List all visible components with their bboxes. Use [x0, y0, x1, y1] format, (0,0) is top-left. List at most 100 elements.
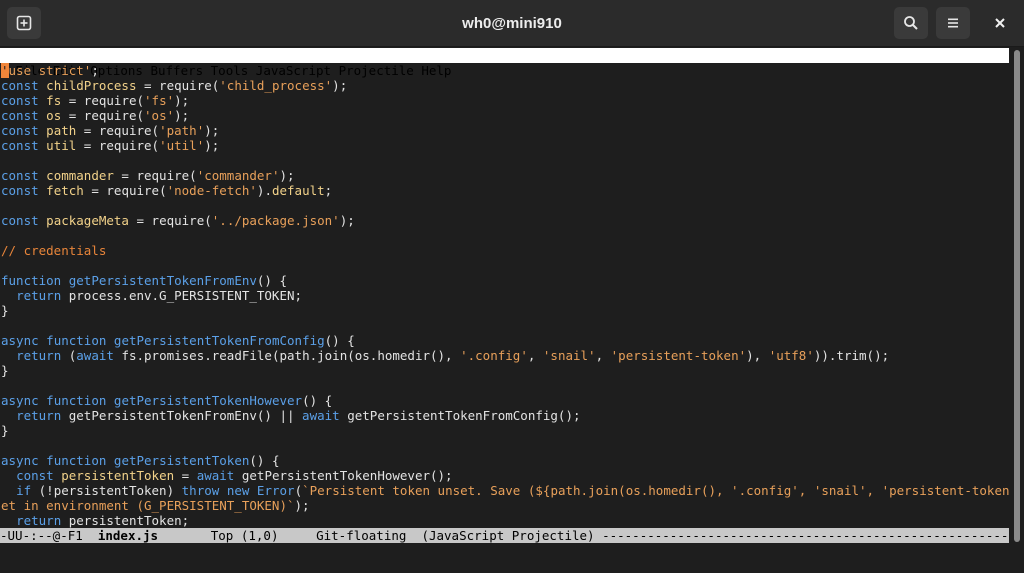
code-token: ); — [279, 168, 295, 183]
code-token: return — [16, 513, 62, 528]
code-token: // credentials — [1, 243, 107, 258]
close-button[interactable] — [983, 7, 1017, 39]
code-token: ); — [174, 108, 190, 123]
code-token: new — [226, 483, 250, 498]
code-token: () { — [249, 453, 280, 468]
code-token: persistentToken — [61, 468, 175, 483]
code-token: ), — [746, 348, 769, 363]
code-line: const util = require('util'); — [1, 138, 1009, 153]
code-token: 'snail' — [542, 348, 596, 363]
code-line: et in environment (G_PERSISTENT_TOKEN)`)… — [1, 498, 1009, 513]
code-token: 'utf8' — [768, 348, 814, 363]
new-tab-button[interactable] — [7, 7, 41, 39]
code-token: 'fs' — [144, 93, 175, 108]
code-token: getPersistentToken — [113, 453, 250, 468]
code-token: persistentToken; — [61, 513, 190, 528]
code-token: const — [1, 168, 39, 183]
code-token: 'util' — [159, 138, 205, 153]
code-token: async — [1, 453, 39, 468]
code-token: throw — [181, 483, 220, 498]
code-token: = require( — [61, 108, 145, 123]
search-button[interactable] — [894, 7, 928, 39]
code-token: function — [46, 453, 107, 468]
code-token: const — [1, 138, 39, 153]
code-token: const — [1, 78, 39, 93]
code-token: ( — [61, 348, 77, 363]
code-line: return (await fs.promises.readFile(path.… — [1, 348, 1009, 363]
code-line: async function getPersistentTokenFromCon… — [1, 333, 1009, 348]
code-token: ); — [294, 498, 310, 513]
hamburger-menu-icon — [948, 18, 958, 28]
code-token: ); — [339, 213, 355, 228]
code-token: if — [16, 483, 32, 498]
code-token: function — [1, 273, 62, 288]
code-token: = require( — [76, 123, 160, 138]
code-token: ); — [332, 78, 348, 93]
code-token: ); — [174, 93, 190, 108]
code-token: () { — [302, 393, 333, 408]
code-token: async — [1, 393, 39, 408]
menu-button[interactable] — [936, 7, 970, 39]
code-token: const — [1, 108, 39, 123]
code-token: et in environment (G_PERSISTENT_TOKEN)` — [1, 498, 295, 513]
text-cursor: ' — [1, 63, 9, 78]
code-token: 'child_process' — [219, 78, 333, 93]
editor-scrollbar[interactable] — [1011, 48, 1022, 543]
code-token: '.config' — [460, 348, 528, 363]
code-token: ); — [204, 123, 220, 138]
search-icon — [904, 16, 918, 30]
code-token: childProcess — [46, 78, 137, 93]
code-token: (!persistentToken) — [31, 483, 182, 498]
code-token: ). — [256, 183, 272, 198]
code-token: function — [46, 393, 107, 408]
modeline-position: Top (1,0) Git-floating (JavaScript Proje… — [210, 528, 1009, 543]
code-token: () { — [256, 273, 288, 288]
modeline-buffer-name[interactable]: index.js — [98, 528, 158, 543]
code-token: getPersistentTokenHowever — [113, 393, 303, 408]
code-token: default — [271, 183, 325, 198]
code-token: return — [16, 348, 62, 363]
code-line: return persistentToken; — [1, 513, 1009, 528]
code-line: } — [1, 303, 1009, 318]
code-token: getPersistentTokenFromEnv — [68, 273, 257, 288]
code-token: } — [1, 423, 9, 438]
scrollbar-thumb[interactable] — [1014, 50, 1020, 542]
close-icon — [995, 18, 1005, 28]
code-token: `Persistent token unset. Save (${path.jo… — [302, 483, 1009, 498]
code-token: process.env.G_PERSISTENT_TOKEN; — [61, 288, 303, 303]
code-token: const — [1, 183, 39, 198]
code-line: 'use strict'; — [1, 63, 1009, 78]
code-line: function getPersistentTokenFromEnv() { — [1, 273, 1009, 288]
code-editor-buffer[interactable]: 'use strict'; const childProcess = requir… — [1, 63, 1009, 528]
code-token: getPersistentTokenFromConfig — [113, 333, 325, 348]
code-line: const os = require('os'); — [1, 108, 1009, 123]
code-token: = require( — [83, 183, 167, 198]
code-token: = require( — [113, 168, 197, 183]
code-token: const — [16, 468, 54, 483]
code-token: function — [46, 333, 107, 348]
code-token: )).trim(); — [813, 348, 890, 363]
code-token: util — [46, 138, 77, 153]
code-token: const — [1, 123, 39, 138]
code-token: = require( — [61, 93, 145, 108]
code-line: const path = require('path'); — [1, 123, 1009, 138]
code-token: } — [1, 363, 9, 378]
code-token: , — [595, 348, 611, 363]
window-titlebar: wh0@mini910 — [0, 0, 1024, 47]
code-token: getPersistentTokenFromEnv() || — [61, 408, 303, 423]
code-line: const commander = require('commander'); — [1, 168, 1009, 183]
